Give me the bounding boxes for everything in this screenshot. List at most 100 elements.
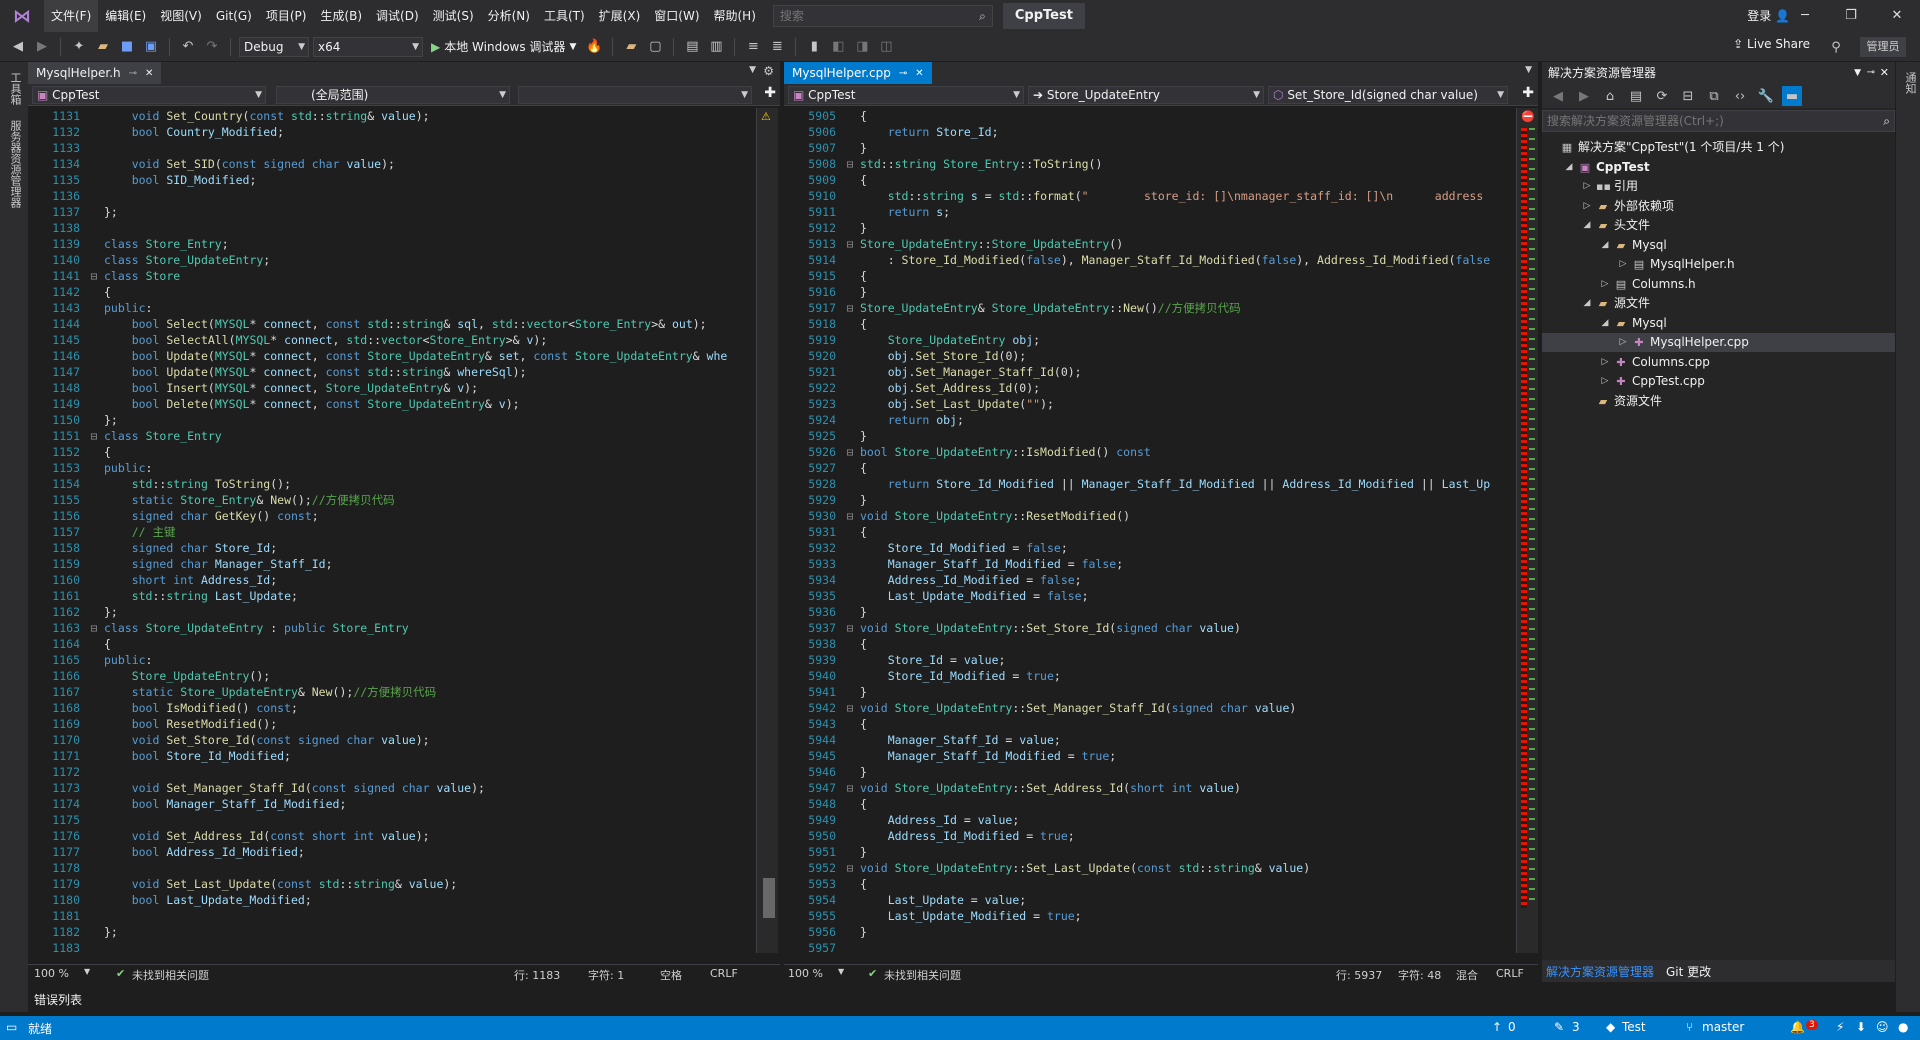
code-line[interactable]: 5932 Store_Id_Modified = false; [784, 540, 1506, 556]
expand-toggle-icon[interactable]: ◢ [1600, 236, 1610, 255]
circle-icon[interactable]: ● [1898, 1020, 1908, 1034]
search-input[interactable] [779, 9, 980, 23]
code-line[interactable]: 1180 bool Last_Update_Modified; [28, 892, 728, 908]
zoom-level[interactable]: 100 % [34, 967, 69, 980]
menu-item[interactable]: 项目(P) [259, 0, 314, 32]
hot-reload-icon[interactable]: 🔥 [584, 37, 604, 57]
toolbox-tab[interactable]: 工具箱 [7, 72, 23, 105]
code-line[interactable]: 5922 obj.Set_Address_Id(0); [784, 380, 1506, 396]
code-line[interactable]: 5912} [784, 220, 1506, 236]
back-icon[interactable]: ◀ [1548, 86, 1568, 106]
code-line[interactable]: 5921 obj.Set_Manager_Staff_Id(0); [784, 364, 1506, 380]
solution-search-box[interactable]: ⌕ [1542, 110, 1895, 132]
code-line[interactable]: 1179 void Set_Last_Update(const std::str… [28, 876, 728, 892]
row-indicator[interactable]: 行: 1183 [514, 967, 560, 983]
code-line[interactable]: 5906 return Store_Id; [784, 124, 1506, 140]
code-line[interactable]: 5955 Last_Update_Modified = true; [784, 908, 1506, 924]
tree-item[interactable]: ◢ ▣ CppTest [1564, 158, 1650, 177]
code-line[interactable]: 1172 [28, 764, 728, 780]
code-line[interactable]: 1174 bool Manager_Staff_Id_Modified; [28, 796, 728, 812]
code-line[interactable]: 5938 { [784, 636, 1506, 652]
zoom-level[interactable]: 100 % [788, 967, 823, 980]
menu-item[interactable]: Git(G) [209, 0, 259, 32]
close-icon[interactable]: ✕ [915, 68, 923, 79]
error-list-tab[interactable]: 错误列表 [28, 990, 88, 1010]
code-line[interactable]: 1159 signed char Manager_Staff_Id; [28, 556, 728, 572]
chevron-down-icon[interactable]: ▼ [1854, 62, 1861, 84]
code-line[interactable]: 5952 ⊟ void Store_UpdateEntry::Set_Last_Up… [784, 860, 1506, 876]
code-line[interactable]: 5914 : Store_Id_Modified(false), Manager… [784, 252, 1506, 268]
code-line[interactable]: 1146 bool Update(MYSQL* connect, const S… [28, 348, 728, 364]
collapse-all-icon[interactable]: ⊟ [1678, 86, 1698, 106]
show-all-files-icon[interactable]: ⧉ [1704, 86, 1724, 106]
code-line[interactable]: 5950 Address_Id_Modified = true; [784, 828, 1506, 844]
member-combo[interactable]: ▼ [518, 86, 752, 104]
next-bookmark-icon[interactable]: ◨ [852, 37, 872, 57]
back-icon[interactable]: ◀ [8, 37, 28, 57]
collapse-icon[interactable]: ⊟ [840, 620, 860, 636]
code-line[interactable]: 1178 [28, 860, 728, 876]
code-line[interactable]: 1171 bool Store_Id_Modified; [28, 748, 728, 764]
split-icon[interactable]: ✚ [1522, 85, 1534, 101]
code-line[interactable]: 1140 class Store_UpdateEntry; [28, 252, 728, 268]
left-code-area[interactable]: 1131 void Set_Country(const std::string&… [28, 108, 728, 953]
collapse-icon[interactable]: ⊟ [84, 268, 104, 284]
code-line[interactable]: 5956} [784, 924, 1506, 940]
collapse-icon[interactable]: ⊟ [84, 428, 104, 444]
code-line[interactable]: 5934 Address_Id_Modified = false; [784, 572, 1506, 588]
pending-changes-count[interactable]: 3 [1572, 1020, 1580, 1034]
code-line[interactable]: 5907} [784, 140, 1506, 156]
tree-item[interactable]: ◢ ▰ 源文件 [1582, 294, 1650, 313]
menu-item[interactable]: 编辑(E) [98, 0, 153, 32]
code-line[interactable]: 5927 { [784, 460, 1506, 476]
code-line[interactable]: 1150}; [28, 412, 728, 428]
expand-toggle-icon[interactable]: ▷ [1618, 255, 1628, 274]
code-line[interactable]: 5920 obj.Set_Store_Id(0); [784, 348, 1506, 364]
code-line[interactable]: 1175 [28, 812, 728, 828]
search-box[interactable]: ⌕ [772, 5, 993, 27]
code-line[interactable]: 1177 bool Address_Id_Modified; [28, 844, 728, 860]
notifications-tab[interactable]: 通知 [1902, 72, 1918, 94]
expand-toggle-icon[interactable]: ▷ [1582, 197, 1592, 216]
code-line[interactable]: 5929} [784, 492, 1506, 508]
tree-item[interactable]: ▷ ▤ MysqlHelper.h [1618, 255, 1735, 274]
code-line[interactable]: 1153 public: [28, 460, 728, 476]
expand-toggle-icon[interactable]: ◢ [1582, 216, 1592, 235]
chevron-down-icon[interactable]: ▼ [569, 42, 576, 52]
code-line[interactable]: 1165 public: [28, 652, 728, 668]
comment-icon[interactable]: ≡ [743, 37, 763, 57]
code-line[interactable]: 1148 bool Insert(MYSQL* connect, Store_U… [28, 380, 728, 396]
code-line[interactable]: 5916} [784, 284, 1506, 300]
code-line[interactable]: 5942 ⊟ void Store_UpdateEntry::Set_Manager… [784, 700, 1506, 716]
code-line[interactable]: 5954 Last_Update = value; [784, 892, 1506, 908]
code-line[interactable]: 1143 public: [28, 300, 728, 316]
menu-item[interactable]: 窗口(W) [647, 0, 706, 32]
tree-item[interactable]: ▷ ▤ Columns.h [1600, 275, 1696, 294]
scope-combo[interactable]: (全局范围) ▼ [276, 86, 510, 104]
menu-item[interactable]: 扩展(X) [592, 0, 648, 32]
code-line[interactable]: 1136 [28, 188, 728, 204]
code-line[interactable]: 5908 ⊟ std::string Store_Entry::ToString() [784, 156, 1506, 172]
code-line[interactable]: 5939 Store_Id = value; [784, 652, 1506, 668]
code-line[interactable]: 1155 static Store_Entry& New();//方便拷贝代码 [28, 492, 728, 508]
branch-icon[interactable]: ⑂ [1686, 1020, 1693, 1034]
code-line[interactable]: 5947 ⊟ void Store_UpdateEntry::Set_Address… [784, 780, 1506, 796]
collapse-icon[interactable]: ⊟ [840, 860, 860, 876]
code-line[interactable]: 5910 std::string s = std::format(" store… [784, 188, 1506, 204]
code-line[interactable]: 1161 std::string Last_Update; [28, 588, 728, 604]
tree-item[interactable]: ▷ ▰ 外部依赖项 [1582, 197, 1674, 216]
menu-item[interactable]: 调试(D) [369, 0, 426, 32]
configuration-combo[interactable]: Debug ▼ [239, 36, 309, 57]
collapse-icon[interactable]: ⊟ [840, 236, 860, 252]
code-line[interactable]: 1158 signed char Store_Id; [28, 540, 728, 556]
undo-icon[interactable]: ↶ [178, 37, 198, 57]
code-line[interactable]: 5909 { [784, 172, 1506, 188]
up-arrow-icon[interactable]: ↑ [1492, 1020, 1502, 1034]
code-line[interactable]: 1141 ⊟ class Store [28, 268, 728, 284]
code-line[interactable]: 1164 { [28, 636, 728, 652]
code-line[interactable]: 1138 [28, 220, 728, 236]
collapse-icon[interactable]: ⊟ [840, 300, 860, 316]
menu-item[interactable]: 视图(V) [153, 0, 209, 32]
code-line[interactable]: 5917 ⊟ Store_UpdateEntry& Store_UpdateEntr… [784, 300, 1506, 316]
forward-icon[interactable]: ▶ [1574, 86, 1594, 106]
